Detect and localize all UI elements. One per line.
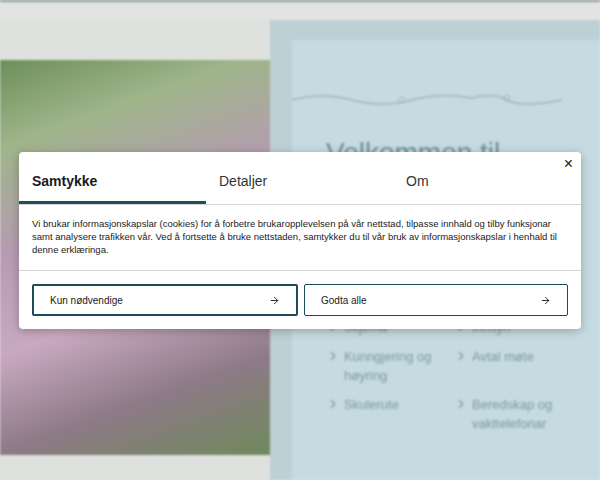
quick-link[interactable]: Avtal møte	[454, 347, 590, 385]
chevron-icon	[454, 349, 468, 363]
consent-button[interactable]: Kun nødvendige	[32, 284, 298, 316]
button-row: Kun nødvendigeGodta alle	[19, 271, 581, 329]
tab[interactable]: Samtykke	[19, 152, 206, 204]
close-button[interactable]: ×	[562, 154, 575, 174]
quick-link[interactable]: Skulerute	[326, 395, 454, 433]
arrow-right-icon	[540, 295, 551, 306]
top-bar	[0, 0, 600, 20]
link-grid: SkjemaInnsynKunngjering og høyringAvtal …	[326, 318, 590, 433]
chevron-icon	[326, 349, 340, 363]
consent-button[interactable]: Godta alle	[304, 284, 568, 316]
screen: Velkommen tilSkjemaInnsynKunngjering og …	[0, 0, 600, 480]
tab-bar: SamtykkeDetaljerOm	[19, 152, 581, 205]
ornament-icon	[292, 90, 562, 110]
quick-link[interactable]: Beredskap og vakttelefonar	[454, 395, 590, 433]
arrow-right-icon	[269, 295, 280, 306]
tab[interactable]: Detaljer	[206, 152, 393, 204]
tab[interactable]: Om	[393, 152, 580, 204]
chevron-icon	[454, 397, 468, 411]
cookie-dialog: ×SamtykkeDetaljerOmVi brukar informasjon…	[19, 152, 581, 329]
quick-link[interactable]: Kunngjering og høyring	[326, 347, 454, 385]
chevron-icon	[326, 397, 340, 411]
consent-text: Vi brukar informasjonskapslar (cookies) …	[19, 205, 581, 271]
